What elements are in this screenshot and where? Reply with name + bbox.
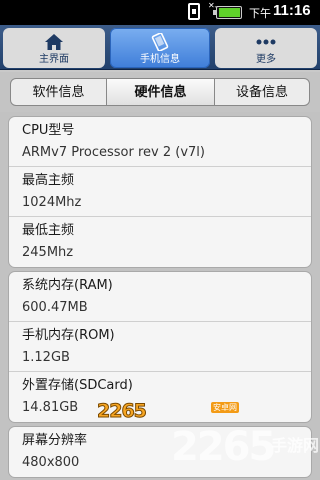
- tab-more[interactable]: 更多: [215, 28, 317, 68]
- info-value: 1024Mhz: [22, 195, 82, 210]
- status-bar: 下午 11:16: [0, 0, 320, 25]
- tab-phone-info-label: 手机信息: [140, 54, 180, 65]
- info-label: 外置存储(SDCard): [22, 378, 133, 393]
- more-dots-icon: [256, 39, 276, 45]
- info-label: 系统内存(RAM): [22, 278, 113, 293]
- home-icon: [45, 34, 63, 50]
- info-value: 600.47MB: [22, 300, 88, 315]
- list-item: 外置存储(SDCard) 14.81GB: [9, 372, 311, 422]
- screen-info-card: 屏幕分辨率 480x800: [8, 426, 312, 478]
- subtab-device-info[interactable]: 设备信息: [214, 78, 310, 106]
- list-item: 系统内存(RAM) 600.47MB: [9, 272, 311, 322]
- list-item: CPU型号 ARMv7 Processor rev 2 (v7l): [9, 117, 311, 167]
- phone-icon: [151, 33, 169, 51]
- info-value: 245Mhz: [22, 245, 74, 260]
- top-tab-bar: 主界面 手机信息 更多: [0, 25, 320, 70]
- memory-info-card: 系统内存(RAM) 600.47MB 手机内存(ROM) 1.12GB 外置存储…: [8, 271, 312, 423]
- subtab-hardware-info[interactable]: 硬件信息: [107, 78, 214, 106]
- status-ampm: 下午: [249, 7, 271, 20]
- info-label: 最高主频: [22, 173, 75, 188]
- tab-phone-info[interactable]: 手机信息: [110, 28, 210, 68]
- tab-home-label: 主界面: [39, 54, 69, 65]
- list-item: 最低主频 245Mhz: [9, 217, 311, 267]
- status-time: 11:16: [273, 2, 311, 19]
- info-label: 手机内存(ROM): [22, 328, 115, 343]
- info-label: 最低主频: [22, 223, 75, 238]
- battery-icon: [213, 6, 242, 19]
- sub-tab-bar: 软件信息 硬件信息 设备信息: [0, 72, 320, 112]
- sim-card-icon: [188, 2, 200, 20]
- list-item: 手机内存(ROM) 1.12GB: [9, 322, 311, 372]
- battery-fill: [219, 8, 240, 17]
- info-value: ARMv7 Processor rev 2 (v7l): [22, 145, 205, 160]
- tab-home[interactable]: 主界面: [3, 28, 105, 68]
- info-value: 14.81GB: [22, 400, 79, 415]
- info-label: CPU型号: [22, 123, 75, 138]
- cpu-info-card: CPU型号 ARMv7 Processor rev 2 (v7l) 最高主频 1…: [8, 116, 312, 268]
- info-value: 480x800: [22, 455, 80, 470]
- info-value: 1.12GB: [22, 350, 70, 365]
- subtab-software-info[interactable]: 软件信息: [10, 78, 107, 106]
- info-label: 屏幕分辨率: [22, 433, 88, 448]
- tab-more-label: 更多: [256, 54, 276, 65]
- hardware-info-list[interactable]: CPU型号 ARMv7 Processor rev 2 (v7l) 最高主频 1…: [0, 112, 320, 480]
- list-item: 屏幕分辨率 480x800: [9, 427, 311, 477]
- list-item: 最高主频 1024Mhz: [9, 167, 311, 217]
